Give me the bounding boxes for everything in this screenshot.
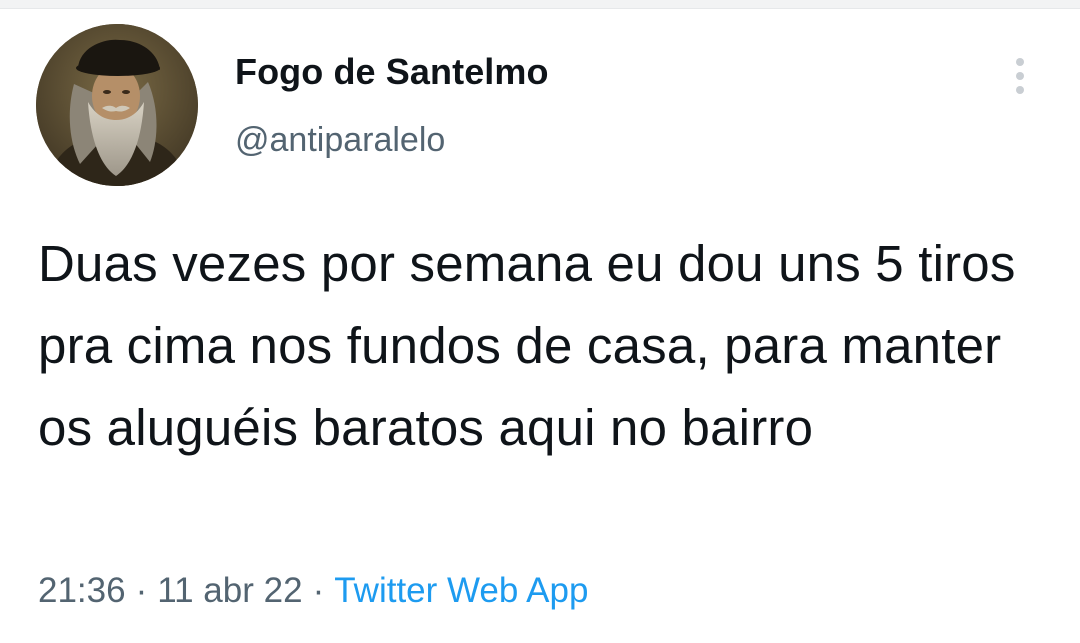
tweet-card: Fogo de Santelmo @antiparalelo Duas veze… xyxy=(0,9,1080,643)
more-vertical-icon xyxy=(1016,58,1024,94)
tweet-source-link[interactable]: Twitter Web App xyxy=(334,571,588,610)
tweet-time[interactable]: 21:36 xyxy=(38,571,126,610)
avatar[interactable] xyxy=(36,24,198,186)
display-name[interactable]: Fogo de Santelmo xyxy=(235,51,549,93)
tweet-text: Duas vezes por semana eu dou uns 5 tiros… xyxy=(38,235,1016,456)
separator-dot: · xyxy=(312,571,325,610)
separator-dot: · xyxy=(135,571,148,610)
tweet-date[interactable]: 11 abr 22 xyxy=(157,571,302,610)
tweet-metadata: 21:36 · 11 abr 22 · Twitter Web App xyxy=(38,571,588,611)
username-handle[interactable]: @antiparalelo xyxy=(235,121,445,160)
top-divider xyxy=(0,0,1080,9)
bearded-man-portrait-icon xyxy=(36,24,198,186)
more-options-button[interactable] xyxy=(1002,49,1038,103)
